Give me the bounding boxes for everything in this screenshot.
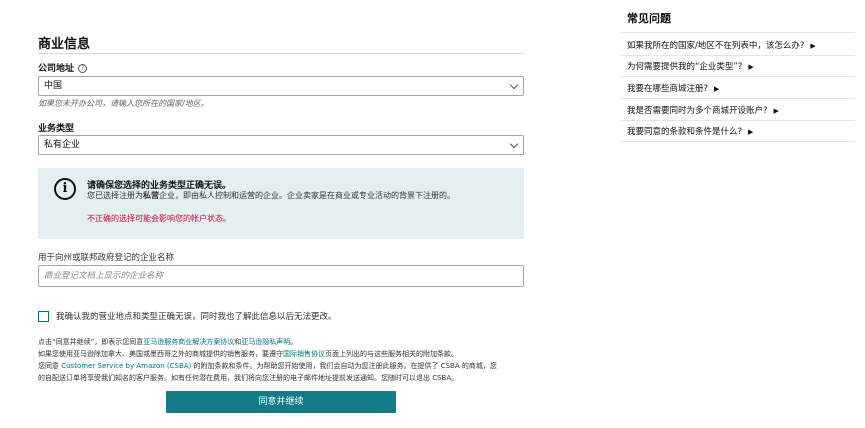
legal-text: 。 (290, 338, 298, 346)
expand-arrow-icon: ▶ (773, 107, 779, 115)
legal-text: 的附加条款和条件。为帮助您开始使用，我们会自动为您注册此服务。在提供了 CSBA… (191, 362, 497, 370)
info-icon: i (54, 178, 76, 200)
company-address-value: 中国 (44, 81, 63, 91)
confirm-label: 我确认我的营业地点和类型正确无误，同时我也了解此信息以后无法更改。 (56, 312, 337, 322)
address-label-text: 公司地址 (38, 64, 75, 74)
help-icon[interactable]: ? (78, 64, 88, 73)
heading-divider (38, 53, 524, 54)
expand-arrow-icon: ▶ (748, 63, 754, 71)
address-label: 公司地址? (38, 61, 88, 74)
confirm-checkbox[interactable] (38, 311, 49, 322)
faq-divider (620, 98, 855, 99)
info-body-suffix: 企业，即由私人控制和运营的企业。企业卖家是在商业或专业活动的背景下注册的。 (159, 191, 455, 200)
csba-link[interactable]: Customer Service by Amazon (CSBA) (61, 362, 191, 370)
service-agreement-link[interactable]: 亚马逊服务商业解决方案协议 (143, 338, 234, 346)
info-body-prefix: 您已选择注册为 (87, 191, 143, 200)
faq-divider (620, 55, 855, 56)
business-name-label: 用于向州或联邦政府登记的企业名称 (38, 253, 175, 263)
expand-arrow-icon: ▶ (714, 85, 720, 93)
legal-text: 如果您使用亚马逊除加拿大、美国或墨西哥之外的商城提供的销售服务，要遵守 (38, 350, 283, 358)
chevron-down-icon (509, 80, 519, 90)
legal-line-1: 点击“同意并继续”，即表示您同意亚马逊服务商业解决方案协议和亚马逊隐私声明。 (38, 337, 297, 347)
privacy-notice-link[interactable]: 亚马逊隐私声明 (241, 338, 290, 346)
faq-divider (620, 32, 855, 33)
faq-divider (620, 141, 855, 142)
faq-item-label: 为何需要提供我的“企业类型”? (627, 62, 743, 72)
faq-item[interactable]: 我要同意的条款和条件是什么? ▶ (627, 125, 855, 141)
legal-line-2: 如果您使用亚马逊除加拿大、美国或墨西哥之外的商城提供的销售服务，要遵守国际销售协… (38, 349, 458, 359)
expand-arrow-icon: ▶ (810, 42, 816, 50)
faq-item-label: 我要同意的条款和条件是什么? (627, 127, 743, 137)
legal-line-4: 的自配送订单将享受我们知名的客户服务。如有任何潜在费用，我们将向您注册的电子邮件… (38, 374, 459, 382)
info-body-bold: 私营 (143, 191, 159, 200)
faq-item-label: 我是否需要同时为多个商城开设账户? (627, 106, 768, 116)
faq-item-label: 如果我所在的国家/地区不在列表中，该怎么办? (627, 41, 805, 51)
faq-item[interactable]: 为何需要提供我的“企业类型”? ▶ (627, 60, 855, 76)
business-type-value: 私有企业 (44, 140, 81, 150)
legal-text: 页面上列出的与这些服务相关的附加条款。 (325, 350, 458, 358)
faq-title: 常见问题 (627, 12, 671, 25)
faq-divider (620, 76, 855, 77)
expand-arrow-icon: ▶ (748, 128, 754, 136)
business-name-input[interactable]: 商业登记文档上显示的企业名称 (38, 265, 524, 287)
agree-continue-button[interactable]: 同意并继续 (166, 391, 396, 413)
international-selling-link[interactable]: 国际销售协议 (283, 350, 325, 358)
faq-item[interactable]: 如果我所在的国家/地区不在列表中，该怎么办? ▶ (627, 39, 855, 55)
legal-line-3: 您同意 Customer Service by Amazon (CSBA) 的附… (38, 361, 497, 371)
company-address-select[interactable]: 中国 (38, 76, 524, 96)
address-hint: 如果您未开办公司，请输入您所在的国家/地区。 (38, 99, 209, 108)
faq-divider (620, 120, 855, 121)
page-title: 商业信息 (38, 37, 91, 52)
faq-item[interactable]: 我是否需要同时为多个商城开设账户? ▶ (627, 104, 855, 120)
legal-text: 点击“同意并继续”，即表示您同意 (38, 338, 144, 346)
info-body: 您已选择注册为私营企业，即由私人控制和运营的企业。企业卖家是在商业或专业活动的背… (87, 190, 455, 201)
chevron-down-icon (509, 139, 519, 149)
legal-text: 您同意 (38, 362, 62, 370)
faq-item[interactable]: 我要在哪些商城注册? ▶ (627, 82, 855, 98)
faq-item-label: 我要在哪些商城注册? (627, 84, 709, 94)
info-warning: 不正确的选择可能会影响您的帐户状态。 (87, 214, 231, 223)
info-alert: i 请确保您选择的业务类型正确无误。 您已选择注册为私营企业，即由私人控制和运营… (38, 168, 524, 239)
business-type-select[interactable]: 私有企业 (38, 135, 524, 155)
business-type-label: 业务类型 (38, 124, 75, 134)
